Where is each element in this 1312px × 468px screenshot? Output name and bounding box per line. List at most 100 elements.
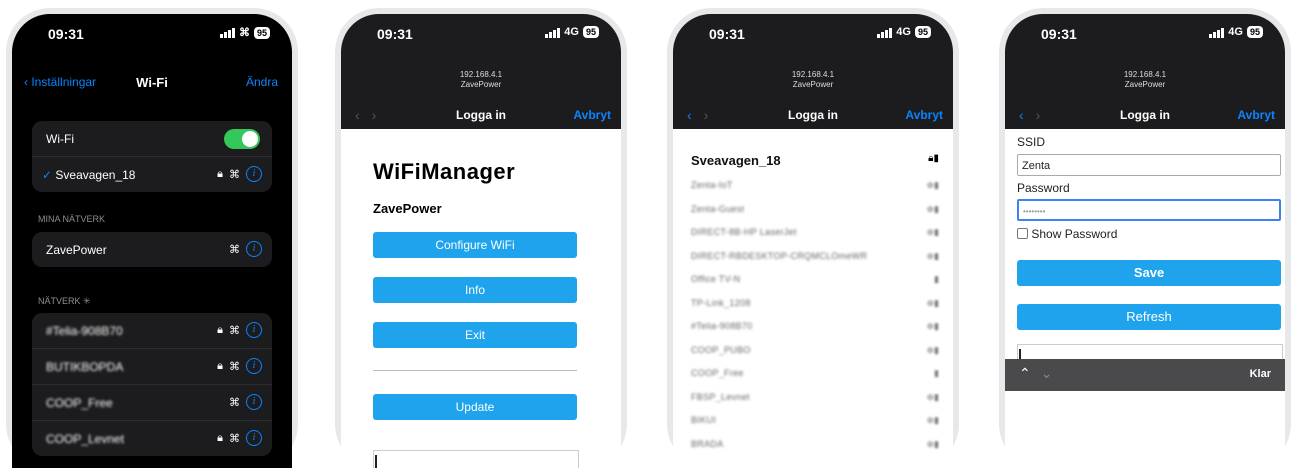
status-bar: 09:31 4G 95 bbox=[341, 14, 621, 58]
signal-icon bbox=[1209, 27, 1225, 38]
wifi-icon: ⌘ bbox=[229, 243, 240, 256]
connected-network: ✓ Sveavagen_18 bbox=[42, 168, 135, 182]
my-networks-group: ZavePower ⌘ i bbox=[32, 232, 272, 267]
signal-icon: ⊕▮ bbox=[926, 180, 940, 190]
network-item[interactable]: DIRECT-8B-HP LaserJet ⊕▮ bbox=[691, 227, 939, 241]
network-item[interactable]: BRADA ⊕▮ bbox=[691, 439, 939, 453]
browser-nav: ‹› Logga in Avbryt bbox=[1005, 107, 1285, 125]
info-button[interactable]: Info bbox=[373, 277, 577, 303]
networks-header: NÄTVERK ✳ bbox=[38, 296, 91, 307]
text-input[interactable] bbox=[1017, 344, 1283, 365]
network-item[interactable]: BIKUI ⊕▮ bbox=[691, 415, 939, 429]
signal-icon: ⊕▮ bbox=[926, 344, 940, 355]
network-name: COOP_Free bbox=[691, 368, 744, 378]
connected-network-name: Sveavagen_18 bbox=[55, 168, 136, 182]
wifi-icon: ⌘ bbox=[229, 168, 240, 181]
info-icon[interactable]: i bbox=[246, 322, 262, 338]
network-row[interactable]: COOP_Levnet 🔒︎ ⌘ i bbox=[32, 421, 272, 456]
battery-indicator: 95 bbox=[1246, 26, 1263, 38]
url-host: ZavePower bbox=[1124, 80, 1166, 89]
lock-icon: 🔒︎ bbox=[217, 359, 223, 372]
lock-signal-icon: 🔒︎▮ bbox=[928, 153, 939, 164]
cancel-button[interactable]: Avbryt bbox=[573, 108, 611, 122]
signal-icon: ⊕▮ bbox=[926, 250, 940, 261]
network-item[interactable]: #Telia-908B70 ⊕▮ bbox=[691, 321, 939, 335]
wifi-group: Wi-Fi ✓ Sveavagen_18 🔒︎ ⌘ i bbox=[32, 121, 272, 192]
signal-icon bbox=[877, 27, 893, 38]
save-button[interactable]: Save bbox=[1017, 260, 1281, 286]
password-input[interactable]: •••••••• bbox=[1017, 199, 1281, 221]
network-item[interactable]: COOP_PUBO ⊕▮ bbox=[691, 345, 939, 359]
info-icon[interactable]: i bbox=[246, 166, 262, 182]
network-name: Zenta-Guest bbox=[691, 203, 745, 214]
show-password-option[interactable]: Show Password bbox=[1017, 227, 1117, 241]
url-bar: 192.168.4.1 ZavePower bbox=[673, 70, 953, 90]
network-name: COOP_Levnet bbox=[46, 432, 125, 446]
network-item[interactable]: DIRECT-RBDESKTOP-CRQMCLOmeWR ⊕▮ bbox=[691, 251, 939, 265]
browser-header: 09:31 4G 95 192.168.4.1 ZavePower ‹› Log… bbox=[1005, 14, 1285, 129]
battery-indicator: 95 bbox=[253, 26, 270, 39]
info-icon[interactable]: i bbox=[246, 430, 262, 446]
password-label: Password bbox=[1017, 181, 1070, 195]
network-item[interactable]: Sveavagen_18 🔒︎▮ bbox=[691, 153, 939, 171]
signal-icon: ⊕▮ bbox=[926, 415, 940, 425]
network-item[interactable]: Office TV-N ▮ bbox=[691, 274, 939, 288]
network-item[interactable]: Zenta-IoT ⊕▮ bbox=[691, 180, 939, 194]
wifi-toggle-label: Wi-Fi bbox=[46, 132, 74, 146]
cancel-button[interactable]: Avbryt bbox=[1237, 108, 1275, 122]
signal-icon bbox=[545, 27, 561, 38]
checkmark-icon: ✓ bbox=[42, 168, 53, 182]
network-item[interactable]: Zenta-Guest ⊕▮ bbox=[691, 204, 939, 218]
info-icon[interactable]: i bbox=[246, 394, 262, 410]
network-row[interactable]: #Telia-908B70 🔒︎ ⌘ i bbox=[32, 313, 272, 349]
signal-icon: ▮ bbox=[934, 274, 939, 284]
status-time: 09:31 bbox=[48, 26, 84, 42]
settings-nav-bar: ‹ Inställningar Wi-Fi Ändra bbox=[12, 72, 292, 96]
cancel-button[interactable]: Avbryt bbox=[905, 108, 943, 122]
exit-button[interactable]: Exit bbox=[373, 322, 577, 348]
text-input[interactable] bbox=[373, 450, 579, 468]
done-button[interactable]: Klar bbox=[1250, 368, 1271, 380]
wifi-toggle[interactable] bbox=[224, 129, 260, 149]
network-item[interactable]: FBSP_Levnet ⊕▮ bbox=[691, 392, 939, 406]
network-row[interactable]: BUTIKBOPDA 🔒︎ ⌘ i bbox=[32, 349, 272, 385]
signal-icon bbox=[219, 27, 235, 38]
info-icon[interactable]: i bbox=[246, 358, 262, 374]
update-button[interactable]: Update bbox=[373, 394, 577, 420]
network-name: COOP_Free bbox=[46, 396, 113, 410]
signal-icon: ⊕▮ bbox=[926, 438, 940, 449]
spinner-icon: ✳ bbox=[83, 296, 91, 306]
network-row[interactable]: COOP_Free ⌘ i bbox=[32, 385, 272, 421]
battery-indicator: 95 bbox=[914, 26, 931, 38]
edit-button[interactable]: Ändra bbox=[246, 75, 278, 89]
connected-network-row[interactable]: ✓ Sveavagen_18 🔒︎ ⌘ i bbox=[32, 157, 272, 192]
my-network-row[interactable]: ZavePower ⌘ i bbox=[32, 232, 272, 267]
network-name: Office TV-N bbox=[691, 274, 741, 284]
network-item[interactable]: COOP_Free ▮ bbox=[691, 368, 939, 382]
chevron-up-icon[interactable]: ⌃ bbox=[1019, 365, 1041, 381]
browser-header: 09:31 4G 95 192.168.4.1 ZavePower ‹› Log… bbox=[341, 14, 621, 129]
wifi-icon: ⌘ bbox=[229, 324, 240, 337]
networks-header-label: NÄTVERK bbox=[38, 296, 81, 306]
refresh-button[interactable]: Refresh bbox=[1017, 304, 1281, 330]
phone-wifimanager-menu: 09:31 4G 95 192.168.4.1 ZavePower ‹› Log… bbox=[335, 8, 627, 468]
lock-icon: 🔒︎ bbox=[217, 431, 223, 444]
status-bar: 09:31 4G 95 bbox=[1005, 14, 1285, 58]
status-time: 09:31 bbox=[377, 26, 413, 42]
configure-wifi-button[interactable]: Configure WiFi bbox=[373, 232, 577, 258]
network-name: Zenta-IoT bbox=[691, 180, 733, 190]
show-password-checkbox[interactable] bbox=[1017, 228, 1028, 239]
network-item[interactable]: TP-Link_1208 ⊕▮ bbox=[691, 298, 939, 312]
battery-indicator: 95 bbox=[582, 26, 599, 38]
ssid-input[interactable]: Zenta bbox=[1017, 154, 1281, 176]
network-name: DIRECT-8B-HP LaserJet bbox=[691, 227, 797, 237]
wifi-icon: ⌘ bbox=[238, 27, 250, 39]
lock-icon: 🔒︎ bbox=[217, 323, 223, 336]
network-type: 4G bbox=[1228, 26, 1243, 38]
network-name: BRADA bbox=[691, 438, 724, 449]
my-network-name: ZavePower bbox=[46, 243, 107, 257]
chevron-down-icon[interactable]: ⌄ bbox=[1041, 365, 1063, 381]
network-name: Sveavagen_18 bbox=[691, 153, 781, 168]
url-ip: 192.168.4.1 bbox=[1123, 70, 1167, 79]
info-icon[interactable]: i bbox=[246, 241, 262, 257]
